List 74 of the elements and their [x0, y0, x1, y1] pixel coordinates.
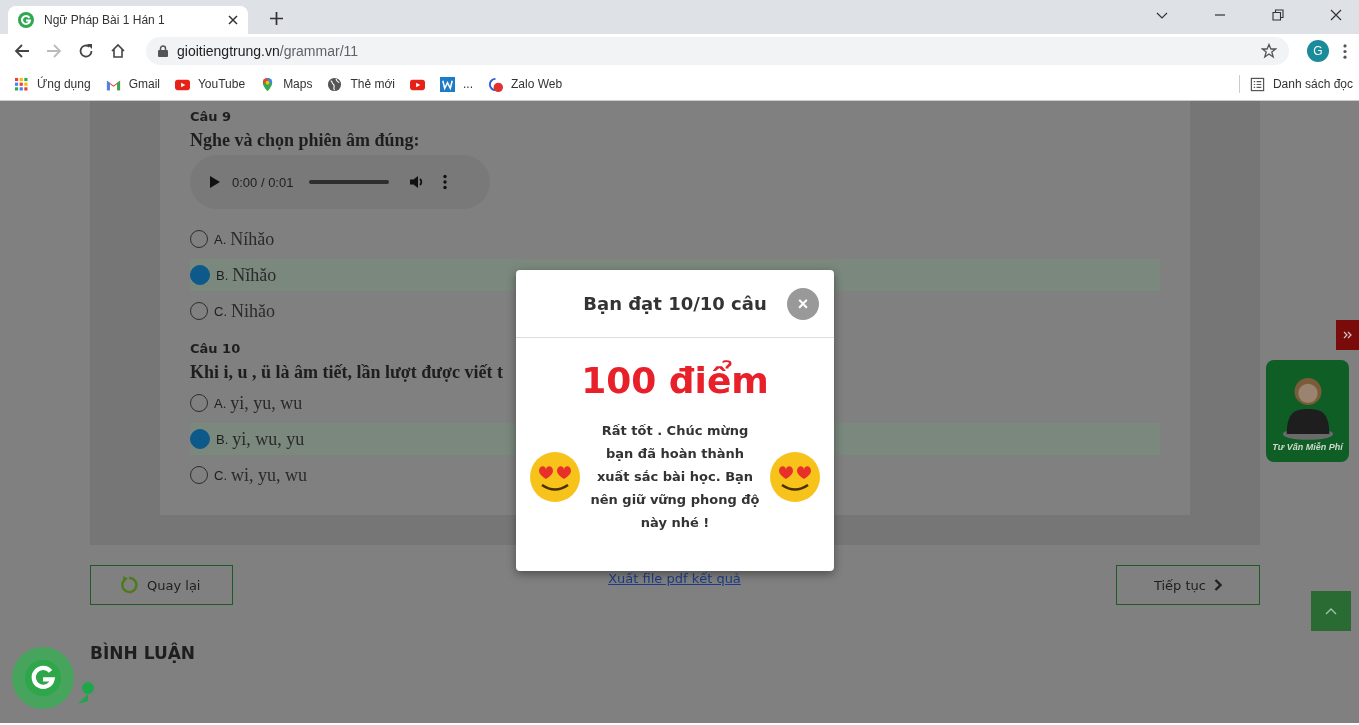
answer-option[interactable]: A. Níhǎo	[190, 228, 275, 250]
g-logo-icon	[24, 659, 62, 697]
option-letter: B.	[216, 431, 229, 447]
home-icon[interactable]	[110, 43, 126, 59]
option-text: yi, wu, yu	[232, 428, 305, 450]
option-text: Nǐhǎo	[232, 264, 277, 286]
option-letter: A.	[214, 395, 227, 411]
chevron-right-icon	[1214, 579, 1222, 591]
bookmark[interactable]: Maps	[260, 76, 313, 92]
answer-option[interactable]: C. wi, yu, wu	[190, 464, 307, 486]
answer-option[interactable]: C. Nihǎo	[190, 300, 275, 322]
pin-icon	[78, 681, 94, 707]
next-button[interactable]: Tiếp tục	[1116, 565, 1260, 605]
reload-icon[interactable]	[78, 43, 94, 59]
reading-list-button[interactable]: Danh sách đọc	[1249, 76, 1353, 92]
plus-icon[interactable]	[270, 12, 283, 25]
congratulation-message: Rất tốt . Chúc mừng bạn đã hoàn thành xuất sắc bài học. Bạn nên giữ vững phong độ này nhé !	[589, 422, 761, 532]
option-letter: C.	[214, 467, 227, 483]
bookmark[interactable]: Zalo Web	[488, 76, 563, 92]
question-text: Nghe và chọn phiên âm đúng:	[190, 130, 420, 151]
answer-option[interactable]: A. yi, yu, wu	[190, 392, 303, 414]
tab-title: Ngữ Pháp Bài 1 Hán 1	[44, 13, 166, 27]
option-letter: B.	[216, 267, 229, 283]
bookmark[interactable]: ...	[440, 76, 474, 92]
audio-player[interactable]: 0:00 / 0:01	[190, 155, 490, 209]
star-icon[interactable]	[1261, 43, 1277, 59]
close-button[interactable]: ×	[787, 288, 819, 320]
seek-slider[interactable]	[309, 180, 390, 184]
double-chevron-icon	[1342, 330, 1353, 340]
menu-icon[interactable]	[1343, 43, 1347, 59]
more-options-icon[interactable]	[443, 174, 448, 190]
w-logo-icon	[440, 76, 455, 92]
list-icon	[1249, 76, 1265, 92]
answer-option[interactable]: B. yi, wu, yu	[190, 428, 305, 450]
export-pdf-link[interactable]: Xuất file pdf kết quả	[608, 570, 741, 586]
browser-tab[interactable]: Ngữ Pháp Bài 1 Hán 1	[8, 6, 248, 34]
bookmark[interactable]: Ứng dụng	[14, 76, 91, 92]
option-text: wi, yu, wu	[231, 464, 307, 486]
audio-time: 0:00 / 0:01	[232, 174, 294, 190]
lock-icon	[158, 45, 168, 57]
question-text: Khi i, u , ü là âm tiết, lần lượt được viết t	[190, 362, 504, 383]
bookmark[interactable]: Gmail	[105, 76, 160, 92]
close-icon[interactable]	[1330, 9, 1342, 21]
address-bar[interactable]: gioitiengtrung.vn/grammar/11	[146, 37, 1289, 65]
back-icon[interactable]	[14, 43, 30, 59]
option-text: Nihǎo	[231, 300, 275, 322]
question-number: Câu 10	[190, 341, 242, 356]
profile-avatar[interactable]: G	[1307, 40, 1329, 62]
back-button[interactable]: Quay lại	[90, 565, 233, 605]
restore-icon[interactable]	[1272, 9, 1284, 21]
bookmark[interactable]: YouTube	[174, 76, 246, 92]
dialog-title: Bạn đạt 10/10 câu	[583, 293, 767, 314]
score-text: 100 điểm	[580, 360, 770, 401]
play-icon[interactable]	[210, 176, 220, 188]
badge-icon	[488, 76, 504, 92]
apps-grid-icon	[14, 76, 29, 92]
g-logo-icon	[18, 12, 34, 28]
heart-eyes-emoji-icon	[770, 451, 820, 502]
answer-option[interactable]: B. Nǐhǎo	[190, 264, 277, 286]
consult-widget[interactable]: Tư Vấn Miễn Phí	[1266, 360, 1349, 462]
question-number: Câu 9	[190, 109, 233, 124]
refresh-icon	[119, 575, 139, 595]
radio-button[interactable]	[190, 265, 210, 285]
close-icon[interactable]	[228, 15, 238, 25]
bookmark[interactable]: Thẻ mới	[327, 76, 395, 92]
option-letter: C.	[214, 303, 227, 319]
option-text: yi, yu, wu	[230, 392, 303, 414]
option-text: Níhǎo	[230, 228, 275, 250]
chevron-up-icon	[1325, 607, 1337, 615]
heart-eyes-emoji-icon	[530, 451, 580, 502]
globe-icon	[327, 76, 343, 92]
comments-heading: BÌNH LUẬN	[90, 643, 197, 663]
radio-button[interactable]	[190, 429, 210, 449]
option-letter: A.	[214, 231, 227, 247]
